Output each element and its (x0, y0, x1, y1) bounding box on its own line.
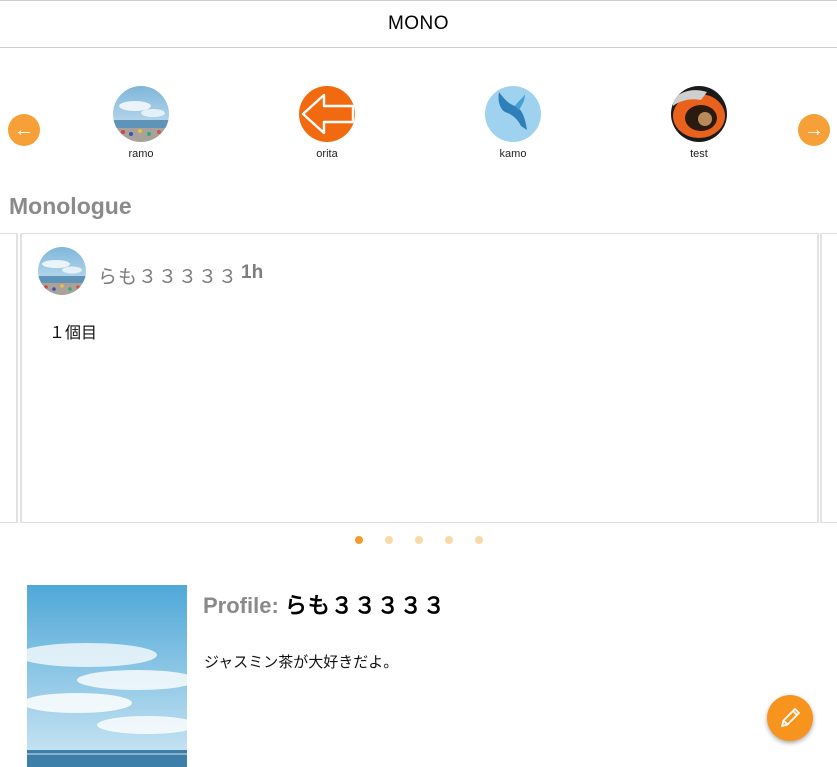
next-card-peek[interactable] (820, 233, 837, 523)
pencil-icon (781, 708, 800, 727)
prev-card-peek[interactable] (0, 233, 18, 523)
prev-users-button[interactable]: ← (8, 114, 40, 146)
compose-button[interactable] (767, 695, 813, 741)
arrow-left-icon: ← (14, 119, 34, 141)
profile-heading: Profile: らも３３３３３ (203, 588, 446, 620)
profile-label: Profile: (203, 593, 279, 618)
arrow-right-icon: → (804, 119, 824, 141)
pagination-dot-2[interactable] (384, 536, 393, 544)
pagination-dot-4[interactable] (444, 536, 453, 544)
avatar-kamo (485, 86, 541, 142)
user-item-ramo[interactable]: ramo (101, 86, 181, 160)
pagination-dot-3[interactable] (414, 536, 423, 544)
carousel-pagination (0, 536, 837, 544)
monologue-card[interactable]: らも３３３３３ 1h １個目 (20, 233, 819, 523)
pagination-dot-1[interactable] (354, 536, 363, 544)
post-timestamp: 1h (241, 262, 264, 283)
avatar-test (671, 86, 727, 142)
user-name: test (690, 148, 708, 160)
monologue-carousel: らも３３３３３ 1h １個目 (0, 233, 837, 523)
user-name: kamo (499, 148, 527, 160)
avatar-ramo (113, 86, 169, 142)
user-name: orita (316, 148, 338, 160)
user-item-kamo[interactable]: kamo (473, 86, 553, 160)
section-title-monologue: Monologue (9, 193, 132, 219)
user-item-test[interactable]: test (659, 86, 739, 160)
profile-bio: ジャスミン茶が大好きだよ。 (204, 654, 399, 671)
user-carousel: ← ramo orita kamo test → (0, 50, 837, 175)
next-users-button[interactable]: → (798, 114, 830, 146)
pagination-dot-5[interactable] (474, 536, 483, 544)
app-header: MONO (0, 0, 837, 48)
profile-name: らも３３３３３ (284, 593, 446, 618)
app-title: MONO (387, 13, 450, 34)
post-text: １個目 (49, 325, 98, 342)
avatar-orita (299, 86, 355, 142)
user-item-orita[interactable]: orita (287, 86, 367, 160)
profile-image (27, 585, 187, 767)
post-author-avatar[interactable] (38, 247, 86, 295)
user-name: ramo (128, 148, 154, 160)
post-author-name[interactable]: らも３３３３３ (98, 262, 238, 289)
